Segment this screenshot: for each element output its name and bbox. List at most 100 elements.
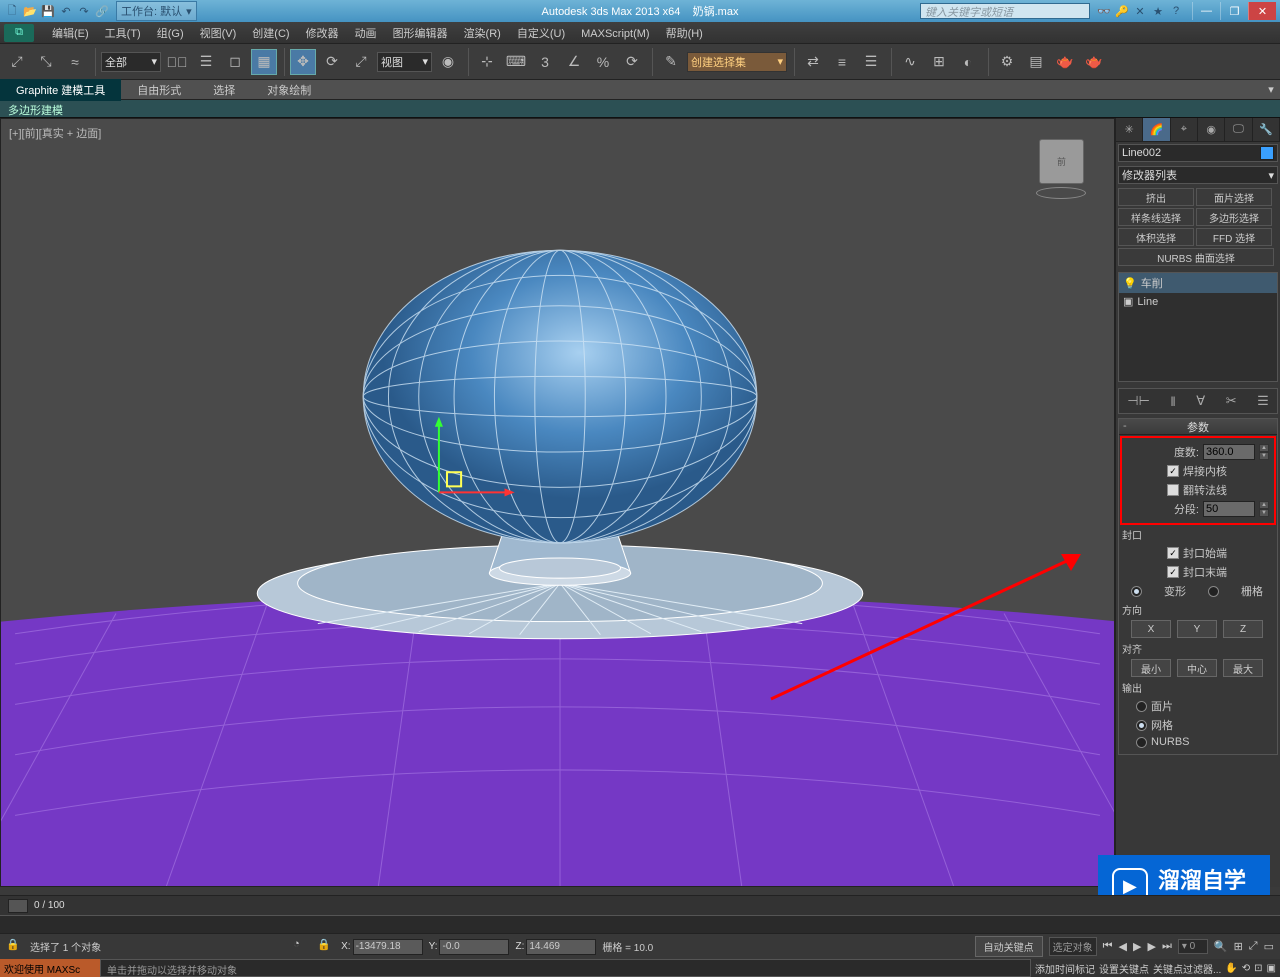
segments-input[interactable]: 50 — [1203, 501, 1255, 517]
prev-frame-icon[interactable]: ◀ — [1119, 940, 1127, 953]
minimize-button[interactable]: — — [1192, 2, 1220, 20]
scale-icon[interactable]: ⤢ — [348, 49, 374, 75]
named-set-dropdown[interactable]: 创建选择集▾ — [687, 52, 787, 72]
schematic-icon[interactable]: ⊞ — [926, 49, 952, 75]
menu-item[interactable]: 帮助(H) — [658, 25, 711, 43]
keysel-dropdown[interactable]: 选定对象 — [1049, 937, 1097, 956]
spinner-snap-icon[interactable]: ⟳ — [619, 49, 645, 75]
fov-icon[interactable]: ▭ — [1264, 940, 1274, 953]
window-crossing-icon[interactable]: ▦ — [251, 49, 277, 75]
set-key-button[interactable]: 设置关键点 — [1099, 961, 1149, 976]
open-icon[interactable]: 📂 — [22, 3, 38, 19]
undo-icon[interactable]: ↶ — [58, 3, 74, 19]
viewport[interactable]: [+][前][真实 + 边面] 前 — [0, 118, 1115, 887]
stack-item[interactable]: ▣Line — [1119, 293, 1277, 310]
ribbon-tab[interactable]: 对象绘制 — [251, 79, 327, 101]
workspace-dropdown[interactable]: 工作台: 默认▾ — [116, 1, 197, 21]
search-input[interactable]: 键入关键字或短语 — [920, 3, 1090, 19]
create-tab-icon[interactable]: ✳ — [1116, 118, 1143, 141]
safe-icon[interactable]: ▣ — [1267, 963, 1276, 974]
mirror-icon[interactable]: ⇄ — [800, 49, 826, 75]
cap-end-checkbox[interactable]: ✓ — [1167, 566, 1179, 578]
menu-item[interactable]: 修改器 — [298, 25, 347, 43]
render-icon[interactable]: 🫖 — [1052, 49, 1078, 75]
iso-icon[interactable]: ◔ — [293, 938, 311, 956]
bind-icon[interactable]: ≈ — [62, 49, 88, 75]
add-time-tag[interactable]: 添加时间标记 — [1035, 961, 1095, 976]
modifier-button[interactable]: 面片选择 — [1196, 188, 1272, 206]
degrees-spinner[interactable]: ▲▼ — [1259, 444, 1269, 460]
manipulate-icon[interactable]: ⊹ — [474, 49, 500, 75]
flip-normals-checkbox[interactable] — [1167, 484, 1179, 496]
ribbon-collapse-icon[interactable]: ▾ — [1262, 83, 1280, 96]
grid-radio[interactable] — [1208, 586, 1219, 597]
rollout-header-params[interactable]: -参数 — [1119, 419, 1277, 435]
editnamedsel-icon[interactable]: ✎ — [658, 49, 684, 75]
z-coord-input[interactable]: 14.469 — [526, 939, 596, 955]
curve-editor-icon[interactable]: ∿ — [897, 49, 923, 75]
ribbon-sub[interactable]: 多边形建模 — [0, 100, 1280, 118]
select-link-icon[interactable]: ⤢ — [4, 49, 30, 75]
ribbon-tab[interactable]: 选择 — [197, 79, 251, 101]
menu-item[interactable]: 动画 — [347, 25, 385, 43]
align-min-button[interactable]: 最小 — [1131, 659, 1171, 677]
degrees-input[interactable]: 360.0 — [1203, 444, 1255, 460]
percent-snap-icon[interactable]: % — [590, 49, 616, 75]
modifier-button[interactable]: 多边形选择 — [1196, 208, 1272, 226]
dir-y-button[interactable]: Y — [1177, 620, 1217, 638]
remove-icon[interactable]: ✂ — [1226, 393, 1237, 409]
lock-selection-icon[interactable]: 🔒 — [6, 938, 24, 956]
align-center-button[interactable]: 中心 — [1177, 659, 1217, 677]
goto-end-icon[interactable]: ⏭ — [1162, 940, 1172, 953]
x-coord-input[interactable]: -13479.18 — [353, 939, 423, 955]
next-frame-icon[interactable]: ▶ — [1147, 940, 1155, 953]
show-end-icon[interactable]: ǁ — [1170, 394, 1175, 409]
autokey-button[interactable]: 自动关键点 — [975, 936, 1043, 957]
menu-item[interactable]: 创建(C) — [244, 25, 297, 43]
pan-icon[interactable]: ✋ — [1225, 963, 1237, 974]
select-icon[interactable]: ▭⃕ — [164, 49, 190, 75]
zoom-icon[interactable]: 🔍 — [1214, 940, 1228, 953]
modifier-stack[interactable]: 💡车削▣Line — [1118, 272, 1278, 382]
app-logo[interactable]: ⧉ — [4, 24, 34, 42]
signin-icon[interactable]: 🔑 — [1114, 3, 1130, 19]
ribbon-tab[interactable]: Graphite 建模工具 — [0, 79, 121, 101]
minmax-icon[interactable]: ⊡ — [1254, 963, 1262, 974]
dir-x-button[interactable]: X — [1131, 620, 1171, 638]
move-icon[interactable]: ✥ — [290, 49, 316, 75]
weld-core-checkbox[interactable]: ✓ — [1167, 465, 1179, 477]
orbit-icon[interactable]: ⟲ — [1242, 963, 1250, 974]
current-frame-input[interactable]: ▾ 0 — [1178, 939, 1208, 954]
configure-icon[interactable]: ☰ — [1257, 393, 1269, 409]
selection-filter-dropdown[interactable]: 全部▾ — [101, 52, 161, 72]
fav-icon[interactable]: ★ — [1150, 3, 1166, 19]
dir-z-button[interactable]: Z — [1223, 620, 1263, 638]
redo-icon[interactable]: ↷ — [76, 3, 92, 19]
material-icon[interactable]: ◐ — [955, 49, 981, 75]
save-icon[interactable]: 💾 — [40, 3, 56, 19]
menu-item[interactable]: 渲染(R) — [456, 25, 509, 43]
play-icon[interactable]: ▶ — [1133, 940, 1141, 953]
rotate-icon[interactable]: ⟳ — [319, 49, 345, 75]
align-max-button[interactable]: 最大 — [1223, 659, 1263, 677]
menu-item[interactable]: 组(G) — [149, 25, 192, 43]
render-setup-icon[interactable]: ⚙ — [994, 49, 1020, 75]
new-icon[interactable]: 🗋 — [4, 3, 20, 19]
key-filter-button[interactable]: 关键点过滤器... — [1153, 961, 1221, 976]
menu-item[interactable]: 自定义(U) — [509, 25, 573, 43]
maximize-button[interactable]: ❐ — [1220, 2, 1248, 20]
modifier-button[interactable]: 样条线选择 — [1118, 208, 1194, 226]
goto-start-icon[interactable]: ⏮ — [1103, 940, 1113, 953]
out-mesh-radio[interactable] — [1136, 720, 1147, 731]
help-icon[interactable]: ? — [1168, 3, 1184, 19]
menu-item[interactable]: 编辑(E) — [44, 25, 97, 43]
keyboard-icon[interactable]: ⌨ — [503, 49, 529, 75]
menu-item[interactable]: 工具(T) — [97, 25, 149, 43]
unlink-icon[interactable]: ⤡ — [33, 49, 59, 75]
object-color-swatch[interactable] — [1260, 146, 1274, 160]
maxscript-mini[interactable]: 欢迎使用 MAXSc — [0, 959, 100, 977]
ribbon-tab[interactable]: 自由形式 — [121, 79, 197, 101]
cap-start-checkbox[interactable]: ✓ — [1167, 547, 1179, 559]
stack-item[interactable]: 💡车削 — [1119, 273, 1277, 293]
align-icon[interactable]: ≡ — [829, 49, 855, 75]
